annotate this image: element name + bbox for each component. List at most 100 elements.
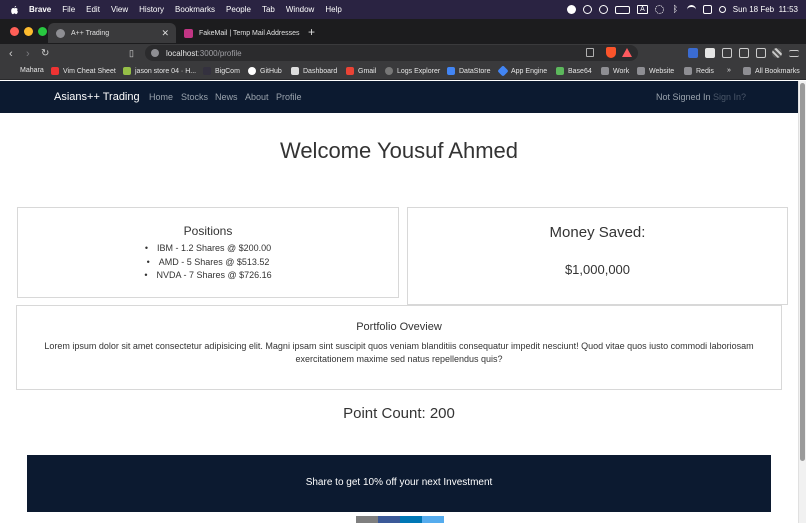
menu-file[interactable]: File [62, 5, 75, 14]
window-minimize-button[interactable] [24, 27, 33, 36]
bookmark-folder[interactable]: Website [637, 67, 674, 75]
nav-news[interactable]: News [215, 92, 238, 102]
facebook-share-icon[interactable] [378, 516, 400, 523]
datastore-icon [447, 67, 455, 75]
site-brand[interactable]: Asians++ Trading [54, 91, 140, 103]
window-zoom-button[interactable] [38, 27, 47, 36]
menu-view[interactable]: View [111, 5, 128, 14]
menu-hamburger-icon[interactable] [789, 50, 799, 57]
all-bookmarks-folder[interactable]: All Bookmarks [743, 67, 800, 75]
brave-shields-icon[interactable] [606, 47, 616, 58]
url-host: localhost [166, 48, 198, 58]
tab-fakemail[interactable]: FakeMail | Temp Mail Addresses [176, 23, 302, 43]
sidebar-toggle-icon[interactable] [739, 48, 749, 58]
reload-icon[interactable]: ↻ [41, 44, 49, 63]
email-share-icon[interactable] [356, 516, 378, 523]
control-center-icon[interactable] [702, 5, 712, 14]
macos-menu-bar: Brave File Edit View History Bookmarks P… [0, 0, 806, 19]
menu-people[interactable]: People [226, 5, 251, 14]
linkedin-share-icon[interactable] [400, 516, 422, 523]
bigcommerce-icon [203, 67, 211, 75]
menu-help[interactable]: Help [325, 5, 341, 14]
portfolio-overview-text: Lorem ipsum dolor sit amet consectetur a… [44, 341, 754, 364]
bluetooth-icon[interactable]: ᛒ [671, 5, 680, 14]
bookmark-item[interactable]: Mahara [20, 67, 44, 74]
brightness-icon[interactable] [654, 5, 664, 14]
tab-title: FakeMail | Temp Mail Addresses [199, 29, 300, 37]
share-icon[interactable] [586, 48, 594, 57]
close-tab-icon[interactable]: ✕ [161, 28, 169, 39]
signin-link[interactable]: Sign In? [713, 92, 746, 102]
nav-home[interactable]: Home [149, 92, 173, 102]
point-count: Point Count: 200 [343, 405, 455, 422]
bookmark-item[interactable]: DataStore [447, 67, 491, 75]
wallet-icon[interactable] [756, 48, 766, 58]
bookmark-folder[interactable]: Work [601, 67, 629, 75]
position-item: AMD - 5 Shares @ $513.52 [18, 256, 398, 270]
positions-list: IBM - 1.2 Shares @ $200.00 AMD - 5 Share… [18, 242, 398, 283]
bookmark-item[interactable]: Vim Cheat Sheet [51, 67, 116, 75]
share-banner-text: Share to get 10% off your next Investmen… [305, 477, 493, 488]
menu-history[interactable]: History [139, 5, 164, 14]
bitwarden-extension-icon[interactable] [688, 48, 698, 58]
url-path: :3000/profile [197, 48, 242, 58]
window-close-button[interactable] [10, 27, 19, 36]
site-info-icon[interactable] [151, 49, 159, 57]
play-icon[interactable] [583, 5, 593, 14]
bookmark-item[interactable]: GitHub [248, 67, 282, 75]
signin-status: Not Signed In [656, 92, 711, 102]
page-scrollbar-thumb[interactable] [800, 83, 805, 461]
menu-window[interactable]: Window [286, 5, 314, 14]
tab-title: A++ Trading [71, 29, 110, 37]
menu-edit[interactable]: Edit [86, 5, 100, 14]
time-machine-icon[interactable] [599, 5, 609, 14]
bookmark-item[interactable]: Base64 [556, 67, 592, 75]
menubar-clock[interactable]: Sun 18 Feb 11:53 [733, 5, 798, 14]
money-saved-card: Money Saved: $1,000,000 [407, 207, 788, 305]
github-icon [248, 67, 256, 75]
folder-icon [637, 67, 645, 75]
bookmark-item[interactable]: App Engine [497, 65, 547, 77]
globe-icon [56, 28, 65, 38]
search-icon[interactable] [718, 6, 726, 13]
fakemail-icon [184, 28, 193, 38]
positions-card: Positions IBM - 1.2 Shares @ $200.00 AMD… [17, 207, 399, 298]
portfolio-overview-title: Portfolio Oveview [356, 321, 442, 333]
bookmark-item[interactable]: Logs Explorer [385, 67, 440, 75]
bookmark-page-icon[interactable]: ▯ [129, 44, 134, 63]
bookmark-item[interactable]: Gmail [346, 67, 376, 75]
nav-stocks[interactable]: Stocks [181, 92, 208, 102]
gmail-icon [346, 67, 354, 75]
shopify-icon [123, 67, 131, 75]
back-arrow-icon[interactable]: ‹ [9, 44, 13, 63]
position-item: NVDA - 7 Shares @ $726.16 [18, 269, 398, 283]
bookmark-item[interactable]: Dashboard [291, 67, 337, 75]
menu-bookmarks[interactable]: Bookmarks [175, 5, 215, 14]
wifi-icon[interactable] [686, 5, 696, 14]
bookmark-item[interactable]: jason store 04 · H... [123, 67, 196, 75]
battery-icon[interactable] [615, 5, 631, 14]
positions-title: Positions [183, 224, 233, 238]
status-circle-icon[interactable] [567, 5, 577, 14]
folder-icon [743, 67, 751, 75]
bookmark-folder[interactable]: Redis [684, 67, 714, 75]
nav-about[interactable]: About [245, 92, 269, 102]
keyboard-input-icon[interactable]: A [637, 5, 648, 14]
share-banner: Share to get 10% off your next Investmen… [27, 455, 771, 512]
nav-profile[interactable]: Profile [276, 92, 302, 102]
new-tab-button[interactable]: + [308, 25, 315, 39]
tab-a-trading[interactable]: A++ Trading ✕ [48, 23, 176, 43]
menu-tab[interactable]: Tab [262, 5, 275, 14]
url-bar[interactable]: localhost :3000/profile [145, 45, 638, 61]
profile-avatar[interactable] [772, 48, 782, 58]
apple-icon[interactable] [10, 5, 19, 15]
extension-icon[interactable] [705, 48, 715, 58]
bookmark-item[interactable]: BigCom [203, 67, 240, 75]
menu-brave[interactable]: Brave [29, 5, 51, 14]
twitter-share-icon[interactable] [422, 516, 444, 523]
money-saved-title: Money Saved: [549, 224, 646, 241]
bookmarks-overflow[interactable]: » [727, 67, 731, 74]
puzzle-extensions-icon[interactable] [722, 48, 732, 58]
brave-rewards-icon[interactable] [622, 48, 632, 57]
forward-arrow-icon[interactable]: › [26, 44, 30, 63]
